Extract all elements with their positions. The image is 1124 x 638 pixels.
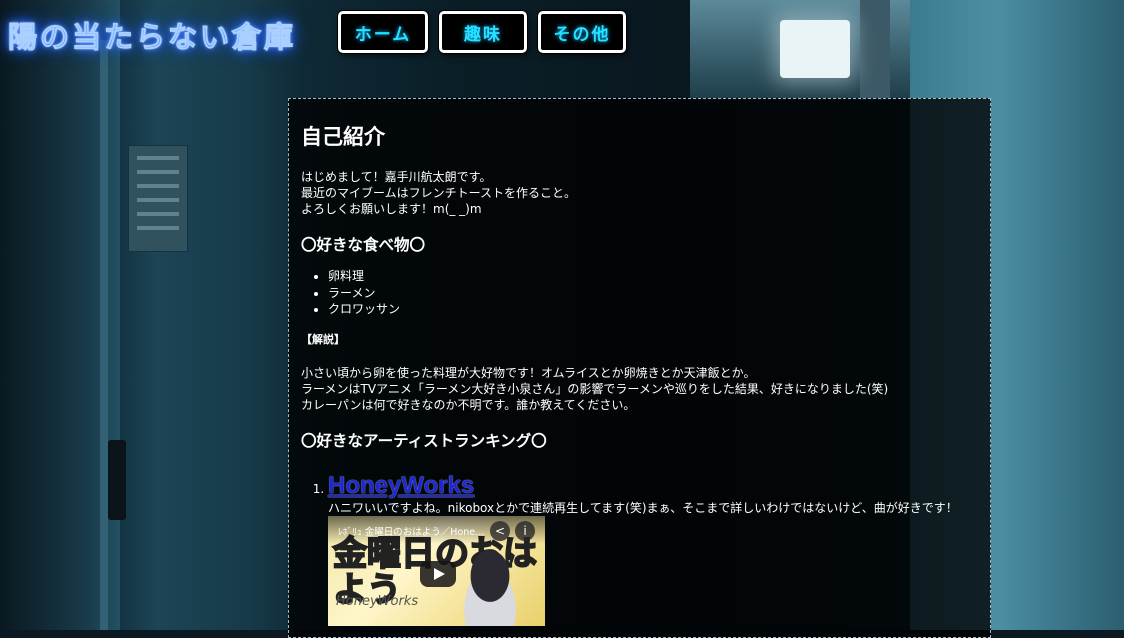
list-item: 卵料理 [328, 268, 978, 285]
info-icon[interactable]: i [515, 520, 535, 541]
video-title[interactable]: ﾚﾎﾞﾘｭ 金曜日のおはよう／Hone… [338, 524, 485, 538]
explanation-line: 小さい頃から卵を使った料理が大好物です！オムライスとか卵焼きとか天津飯とか。 [301, 365, 756, 380]
video-title-text: 金曜日のおはよう／Hone… [364, 526, 485, 538]
background-hinge [108, 440, 126, 520]
list-item: クロワッサン [328, 301, 978, 318]
background-sign [128, 145, 188, 252]
video-brand-text: HoneyWorks [336, 593, 419, 609]
explanation-label: 【解説】 [301, 332, 345, 346]
explanation-line: ラーメンはTVアニメ「ラーメン大好き小泉さん」の影響でラーメンや巡りをした結果、… [301, 381, 889, 396]
background-pipe [860, 0, 890, 100]
favorite-food-list: 卵料理 ラーメン クロワッサン [301, 268, 978, 318]
artist-comment: ハニワいいですよね。nikoboxとかで連続再生してます(笑)まぁ、そこまで詳し… [328, 500, 958, 515]
main-nav: ホーム 趣味 その他 [338, 11, 626, 53]
play-icon[interactable] [420, 560, 456, 587]
video-embed[interactable]: 金曜日のおはよう ﾚﾎﾞﾘｭ 金曜日のおはよう／Hone… < i HoneyW… [328, 515, 545, 626]
artist-ranking-list: HoneyWorks ハニワいいですよね。nikoboxとかで連続再生してます(… [301, 464, 978, 626]
channel-badge: ﾚﾎﾞﾘｭ [338, 526, 362, 538]
background-door-edge [100, 40, 108, 630]
content-panel: 自己紹介 はじめまして！嘉手川航太朗です。 最近のマイブームはフレンチトーストを… [288, 98, 991, 638]
intro-line: よろしくお願いします！m(_ _)m [301, 202, 482, 216]
favorite-food-heading: 〇好きな食べ物〇 [301, 237, 426, 254]
intro-line: はじめまして！嘉手川航太朗です。 [301, 170, 492, 184]
nav-home-button[interactable]: ホーム [338, 11, 428, 53]
intro-line: 最近のマイブームはフレンチトーストを作ること。 [301, 186, 577, 200]
nav-other-button[interactable]: その他 [538, 11, 626, 53]
share-icon[interactable]: < [490, 520, 510, 541]
page-title: 自己紹介 [301, 126, 385, 149]
artist-link[interactable]: HoneyWorks [328, 472, 474, 500]
video-thumbnail-art [445, 535, 535, 626]
artist-ranking-heading: 〇好きなアーティストランキング〇 [301, 432, 547, 450]
site-title: 陽の当たらない倉庫 [7, 20, 297, 55]
list-item: ラーメン [328, 285, 978, 302]
nav-hobby-button[interactable]: 趣味 [439, 11, 527, 53]
artist-item: HoneyWorks ハニワいいですよね。nikoboxとかで連続再生してます(… [328, 464, 978, 626]
explanation-line: カレーパンは何で好きなのか不明です。誰か教えてください。 [301, 397, 636, 412]
background-light [780, 20, 850, 78]
